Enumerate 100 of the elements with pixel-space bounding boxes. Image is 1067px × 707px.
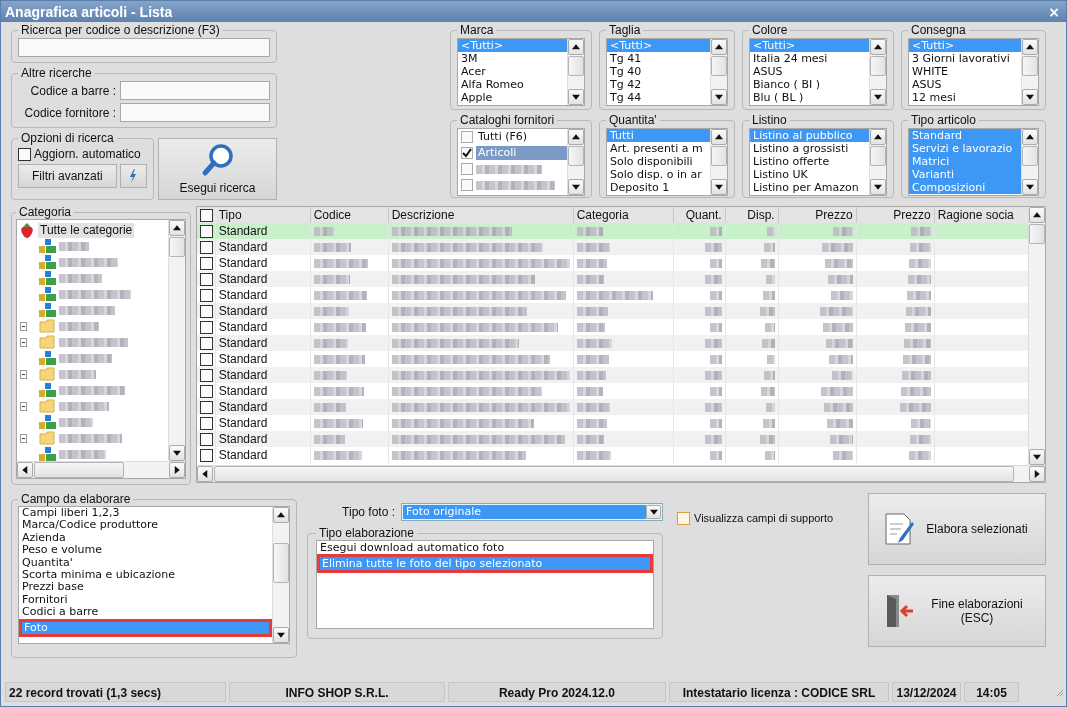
checkbox[interactable]: [18, 147, 31, 161]
exit-button[interactable]: Fine elaborazioni (ESC): [868, 575, 1046, 647]
checkbox[interactable]: [461, 131, 473, 143]
list-item[interactable]: Fornitori: [19, 593, 272, 607]
table-row[interactable]: Standard: [196, 431, 1028, 447]
list-item[interactable]: Campi liberi 1,2,3: [19, 507, 272, 520]
list-item[interactable]: Blu ( BL ): [750, 91, 869, 104]
list-item[interactable]: ASUS: [750, 65, 869, 78]
scroll-thumb[interactable]: [1022, 56, 1038, 76]
scroll-thumb[interactable]: [273, 543, 289, 583]
scroll-up-button[interactable]: [1022, 39, 1038, 55]
scroll-thumb[interactable]: [568, 146, 584, 166]
checkbox[interactable]: [199, 320, 213, 334]
scroll-thumb[interactable]: [34, 462, 124, 478]
scroll-thumb[interactable]: [168, 237, 185, 257]
search-button[interactable]: Esegui ricerca: [158, 138, 277, 200]
list-item[interactable]: Apple: [458, 91, 567, 104]
scroll-thumb[interactable]: [213, 466, 1014, 482]
checkbox[interactable]: [199, 240, 213, 254]
scroll-down-button[interactable]: [1029, 449, 1045, 465]
scroll-down-button[interactable]: [568, 179, 584, 195]
process-button[interactable]: Elabora selezionati: [868, 493, 1046, 565]
checkbox[interactable]: [199, 384, 213, 398]
scroll-right-button[interactable]: [1029, 466, 1045, 482]
scroll-down-button[interactable]: [1022, 89, 1038, 105]
list-item[interactable]: Solo disp. o in ar: [607, 168, 710, 181]
scroll-up-button[interactable]: [870, 129, 886, 145]
scroll-thumb[interactable]: [1029, 224, 1045, 244]
checkbox[interactable]: [199, 208, 213, 222]
dropdown-button[interactable]: [646, 505, 661, 519]
list-item[interactable]: 3M: [458, 52, 567, 65]
input-field[interactable]: [120, 81, 270, 100]
list-item[interactable]: 3 Giorni lavorativi: [909, 52, 1021, 65]
checkbox[interactable]: [461, 163, 473, 175]
table-row[interactable]: Standard: [196, 447, 1028, 463]
scroll-up-button[interactable]: [1022, 129, 1038, 145]
list-item[interactable]: Alfa Romeo: [458, 78, 567, 91]
scroll-up-button[interactable]: [568, 129, 584, 145]
scroll-thumb[interactable]: [870, 146, 886, 166]
list-item[interactable]: Art. presenti a m: [607, 142, 710, 155]
list-item[interactable]: Tutti (F6): [476, 130, 567, 144]
checkbox[interactable]: [199, 304, 213, 318]
list-item[interactable]: Listino UK: [750, 168, 869, 181]
scroll-up-button[interactable]: [870, 39, 886, 55]
scroll-right-button[interactable]: [168, 462, 185, 478]
scroll-up-button[interactable]: [168, 220, 185, 236]
table-row[interactable]: Standard: [196, 239, 1028, 255]
list-item[interactable]: Codici a barre: [19, 606, 272, 619]
input-field[interactable]: [120, 103, 270, 122]
table-row[interactable]: Standard: [196, 335, 1028, 351]
list-item[interactable]: Tg 44: [607, 91, 710, 104]
list-item[interactable]: Marca/Codice produttore: [19, 519, 272, 532]
list-item[interactable]: Solo disponibili: [607, 155, 710, 168]
list-item[interactable]: Listino offerte: [750, 155, 869, 168]
checkbox[interactable]: [199, 368, 213, 382]
scroll-left-button[interactable]: [196, 466, 213, 482]
checkbox[interactable]: [199, 448, 213, 462]
checkbox[interactable]: [199, 416, 213, 430]
list-item[interactable]: Italia 24 mesi: [750, 52, 869, 65]
scroll-up-button[interactable]: [711, 129, 727, 145]
list-item[interactable]: Azienda: [19, 531, 272, 545]
checkbox[interactable]: [199, 336, 213, 350]
list-item[interactable]: ASUS: [909, 78, 1021, 91]
scroll-down-button[interactable]: [870, 89, 886, 105]
checkbox[interactable]: [199, 272, 213, 286]
list-item[interactable]: Deposito 1: [607, 181, 710, 194]
list-item[interactable]: Tg 41: [607, 52, 710, 65]
checkbox[interactable]: [677, 511, 690, 525]
scroll-down-button[interactable]: [273, 627, 289, 643]
scroll-down-button[interactable]: [568, 89, 584, 105]
column-header[interactable]: Ragione socia: [934, 207, 1028, 223]
list-item[interactable]: Quantita': [19, 556, 272, 570]
list-item[interactable]: Acer: [458, 65, 567, 78]
list-item[interactable]: Peso e volume: [19, 544, 272, 557]
tree-item[interactable]: Tutte le categorie: [38, 222, 135, 238]
checkbox[interactable]: [199, 288, 213, 302]
table-row[interactable]: Standard: [196, 367, 1028, 383]
scroll-up-button[interactable]: [568, 39, 584, 55]
scroll-down-button[interactable]: [870, 179, 886, 195]
scroll-left-button[interactable]: [17, 462, 33, 478]
checkbox[interactable]: [199, 224, 213, 238]
scroll-up-button[interactable]: [711, 39, 727, 55]
table-row[interactable]: Standard: [196, 223, 1028, 239]
scroll-down-button[interactable]: [168, 445, 185, 461]
list-item[interactable]: Tg 42: [607, 78, 710, 91]
checkbox[interactable]: [199, 400, 213, 414]
scroll-thumb[interactable]: [568, 56, 584, 76]
scroll-down-button[interactable]: [711, 179, 727, 195]
scroll-down-button[interactable]: [711, 89, 727, 105]
table-row[interactable]: Standard: [196, 399, 1028, 415]
scroll-thumb[interactable]: [1022, 146, 1038, 166]
list-item[interactable]: Listino per Amazon: [750, 181, 869, 194]
scroll-down-button[interactable]: [1022, 179, 1038, 195]
list-item[interactable]: Scorta minima e ubicazione: [19, 569, 272, 582]
scroll-thumb[interactable]: [870, 56, 886, 76]
checkbox[interactable]: [461, 147, 473, 159]
list-item[interactable]: WHITE: [909, 65, 1021, 78]
lightning-button[interactable]: [119, 164, 147, 188]
scroll-up-button[interactable]: [273, 507, 289, 523]
list-item[interactable]: Prezzi base: [19, 581, 272, 594]
